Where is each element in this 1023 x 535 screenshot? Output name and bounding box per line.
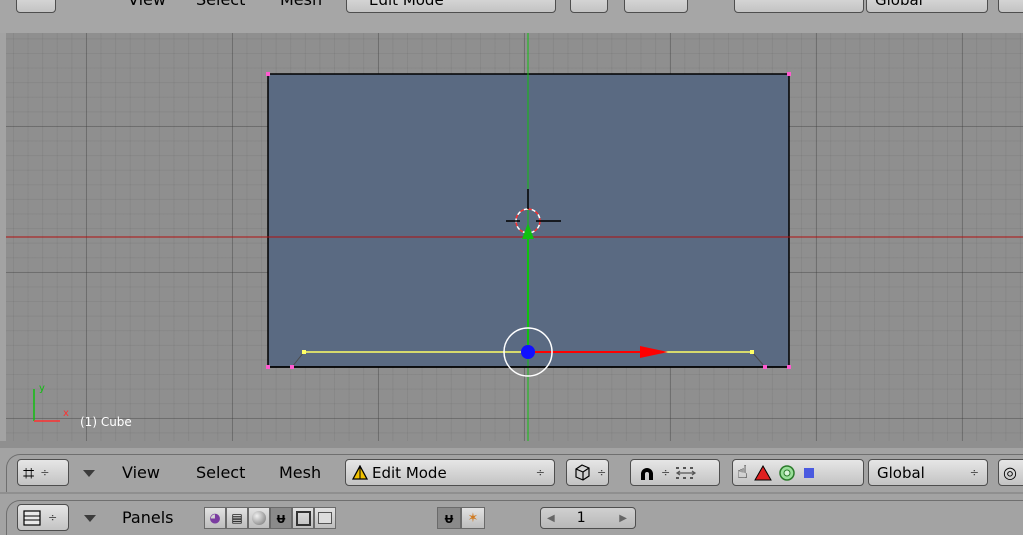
menu-select[interactable]: Select [196,459,245,486]
logic-context-button[interactable]: ◕ [204,507,226,529]
orientation-updown-icon: ÷ [969,466,979,479]
object-sub-axes-icon: ᵾ [444,509,454,527]
logic-icon: ◕ [209,510,221,526]
top-manipulator-buttons[interactable] [734,0,864,13]
axis-widget-y-label: y [39,383,45,394]
object-info-label: (1) Cube [80,415,132,429]
buttons-updown-icon: ÷ [48,511,58,524]
layers-button[interactable]: ◎ [998,459,1023,486]
selected-vertex[interactable] [302,350,306,354]
top-orientation-select[interactable]: Global [866,0,988,13]
pivot-updown-icon: ÷ [661,466,671,479]
mode-select[interactable]: Edit Mode ÷ [345,459,555,486]
vertex[interactable] [787,72,791,76]
hand-icon[interactable]: ☝ [737,463,748,482]
frame-number[interactable]: 1 [577,510,586,526]
top-mode-select[interactable]: Edit Mode [346,0,556,13]
vertex[interactable] [763,365,767,369]
top-editor-type-button[interactable] [16,0,56,13]
draw-type-updown-icon: ÷ [597,466,607,479]
scene-image-icon [318,512,332,524]
menu-mesh[interactable]: Mesh [279,459,321,486]
object-axes-icon: ᵾ [276,509,286,527]
top-layer-button[interactable] [998,0,1023,13]
snap-grid-icon [676,466,697,479]
scene-context-button[interactable] [314,507,336,529]
top-pivot-button[interactable] [624,0,688,13]
pivot-button[interactable]: ÷ [630,459,720,486]
editing-square-icon [295,510,311,526]
object-context-button[interactable]: ᵾ [270,507,292,529]
mode-label: Edit Mode [372,463,447,482]
rotate-circle-icon[interactable] [778,464,796,482]
header-collapse-triangle-icon[interactable] [83,470,95,477]
particles-icon: ✶ [467,510,479,526]
buttons-editor-type-button[interactable]: ÷ [17,504,69,531]
draw-type-button[interactable]: ÷ [566,459,609,486]
top-mode-label: Edit Mode [369,0,444,9]
top-draw-type-button[interactable] [570,0,608,13]
axis-widget-x-label: x [63,408,69,419]
proportional-edit-icon [641,467,653,480]
orientation-select[interactable]: Global ÷ [868,459,988,486]
frame-decrement-arrow-icon[interactable]: ◀ [547,513,555,524]
selected-vertex[interactable] [750,350,754,354]
vertex[interactable] [266,72,270,76]
buttons-window-icon [23,509,41,526]
updown-arrows-icon: ÷ [40,466,50,479]
buttons-collapse-triangle-icon[interactable] [84,515,96,522]
mode-updown-icon: ÷ [535,466,545,479]
physics-context-button[interactable]: ✶ [461,507,485,529]
script-icon: ▤ [231,511,243,525]
axis-widget: y x [33,383,69,422]
3d-viewport[interactable]: y x (1) Cube [6,33,1023,441]
script-context-button[interactable]: ▤ [226,507,248,529]
top-orientation-label: Global [875,0,923,9]
scale-square-icon[interactable] [802,466,816,480]
top-menu-mesh[interactable]: Mesh [280,0,322,13]
edit-mode-icon [352,465,368,480]
manipulator-center[interactable] [521,345,535,359]
frame-number-field[interactable]: ◀ 1 ▶ [540,507,636,529]
frame-increment-arrow-icon[interactable]: ▶ [619,513,627,524]
draw-type-cube-icon [575,464,590,481]
vertex[interactable] [787,365,791,369]
editing-context-button[interactable] [292,507,314,529]
object-sub-context-button[interactable]: ᵾ [437,507,461,529]
translate-triangle-icon[interactable] [754,464,772,481]
top-menu-select[interactable]: Select [196,0,245,13]
shading-context-button[interactable] [248,507,270,529]
buttons-window-header: ÷ Panels ◕ ▤ ᵾ ᵾ ✶ ◀ 1 ▶ [0,494,1023,535]
layer-circle-icon: ◎ [1003,462,1017,482]
manipulator-toggle-group[interactable]: ☝ [732,459,864,486]
viewport-canvas[interactable]: y x [6,33,1023,441]
editor-type-button[interactable]: ⌗ ÷ [17,459,69,486]
shading-sphere-icon [252,511,266,525]
top-header: View Select Mesh Edit Mode Global [0,0,1023,33]
menu-view[interactable]: View [122,459,160,486]
vertex[interactable] [266,365,270,369]
grid-icon: ⌗ [23,460,35,485]
orientation-label: Global [877,463,925,482]
3d-view-header: ⌗ ÷ View Select Mesh Edit Mode ÷ ÷ ÷ ☝ G… [0,448,1023,492]
top-menu-view[interactable]: View [128,0,166,13]
panels-menu[interactable]: Panels [122,504,174,531]
vertex[interactable] [290,365,294,369]
